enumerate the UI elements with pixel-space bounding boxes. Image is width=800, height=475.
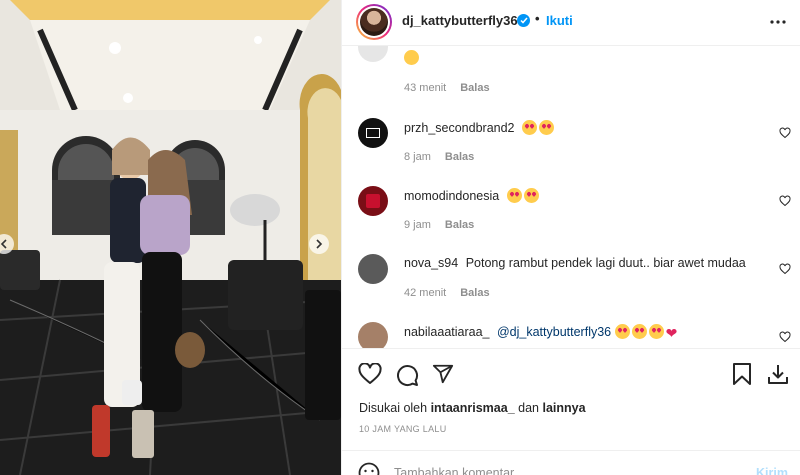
heart-eyes-emoji-icon <box>506 188 522 203</box>
like-comment-heart-icon[interactable] <box>779 330 791 348</box>
author-avatar[interactable] <box>356 4 392 40</box>
separator-dot: • <box>535 11 540 26</box>
comment-time: 42 menit <box>404 287 447 299</box>
heart-eyes-emoji-icon <box>631 324 647 339</box>
likes-summary: Disukai oleh intaanrismaa_ dan lainnya <box>359 401 586 415</box>
comment-bubble-icon[interactable] <box>395 363 419 392</box>
comment-time: 9 jam <box>404 219 431 231</box>
post-comment-button[interactable]: Kirim <box>756 466 788 475</box>
grinning-emoji-icon <box>404 50 419 65</box>
comment-text <box>404 50 421 65</box>
like-comment-heart-icon[interactable] <box>779 262 791 280</box>
heart-eyes-emoji-icon <box>614 324 630 339</box>
comment-text: nova_s94 Potong rambut pendek lagi duut.… <box>404 256 746 270</box>
comment-meta: 8 jam Balas <box>404 151 474 163</box>
emoji-picker-icon[interactable] <box>358 462 380 475</box>
chevron-right-icon <box>316 239 323 249</box>
commenter-username[interactable]: momodindonesia <box>404 189 499 203</box>
author-username[interactable]: dj_kattybutterfly36 <box>402 13 518 28</box>
comment-input[interactable]: Tambahkan komentar... <box>394 466 524 475</box>
next-photo-button[interactable] <box>309 234 329 254</box>
post-timestamp: 10 JAM YANG LALU <box>359 424 447 434</box>
commenter-username[interactable]: nabilaaatiaraa_ <box>404 325 490 339</box>
like-comment-heart-icon[interactable] <box>779 194 791 212</box>
comment-mention-link[interactable]: @dj_kattybutterfly36 <box>497 325 611 339</box>
heart-eyes-emoji-icon <box>648 324 664 339</box>
follow-button[interactable]: Ikuti <box>546 13 573 28</box>
comment-body: Potong rambut pendek lagi duut.. biar aw… <box>465 256 746 270</box>
commenter-username[interactable]: przh_secondbrand2 <box>404 121 515 135</box>
reply-button[interactable]: Balas <box>445 219 474 231</box>
commenter-avatar[interactable] <box>358 254 388 284</box>
comment-meta: 43 menit Balas <box>404 82 490 94</box>
like-comment-heart-icon[interactable] <box>779 126 791 144</box>
comment-text: przh_secondbrand2 <box>404 120 556 135</box>
comment-meta: 42 menit Balas <box>404 287 490 299</box>
salon-photo-illustration <box>0 0 341 475</box>
liked-by-others-link[interactable]: lainnya <box>542 401 585 415</box>
commenter-username[interactable]: nova_s94 <box>404 256 458 270</box>
add-comment-bar: Tambahkan komentar... Kirim <box>342 450 800 475</box>
liked-by-user-link[interactable]: intaanrismaa_ <box>431 401 515 415</box>
comment-text: momodindonesia <box>404 188 541 203</box>
post-details-panel: dj_kattybutterfly36 • Ikuti 43 menit Bala… <box>341 0 800 475</box>
verified-badge-icon <box>517 14 530 27</box>
likes-conjunction: dan <box>518 401 539 415</box>
red-heart-emoji-icon: ❤ <box>665 325 678 341</box>
heart-eyes-emoji-icon <box>521 120 537 135</box>
more-options-icon[interactable] <box>770 14 786 35</box>
comment-text: nabilaaatiaraa_ @dj_kattybutterfly36 ❤ <box>404 324 677 342</box>
commenter-avatar[interactable] <box>358 322 388 348</box>
chevron-left-icon <box>0 239 7 249</box>
reply-button[interactable]: Balas <box>460 287 489 299</box>
share-paper-plane-icon[interactable] <box>432 363 454 390</box>
reply-button[interactable]: Balas <box>460 82 489 94</box>
like-heart-icon[interactable] <box>358 362 382 390</box>
commenter-avatar[interactable] <box>358 46 388 62</box>
likes-prefix: Disukai oleh <box>359 401 428 415</box>
commenter-avatar[interactable] <box>358 118 388 148</box>
bookmark-icon[interactable] <box>732 363 752 390</box>
comment-time: 43 menit <box>404 82 447 94</box>
heart-eyes-emoji-icon <box>523 188 539 203</box>
comments-list[interactable]: 43 menit Balas przh_secondbrand2 8 jam Bal… <box>342 46 800 348</box>
post-actions-bar <box>342 348 800 400</box>
post-photo[interactable] <box>0 0 341 475</box>
download-icon[interactable] <box>767 363 789 390</box>
commenter-avatar[interactable] <box>358 186 388 216</box>
comment-meta: 9 jam Balas <box>404 219 474 231</box>
comment-time: 8 jam <box>404 151 431 163</box>
post-header: dj_kattybutterfly36 • Ikuti <box>342 0 800 46</box>
reply-button[interactable]: Balas <box>445 151 474 163</box>
heart-eyes-emoji-icon <box>538 120 554 135</box>
